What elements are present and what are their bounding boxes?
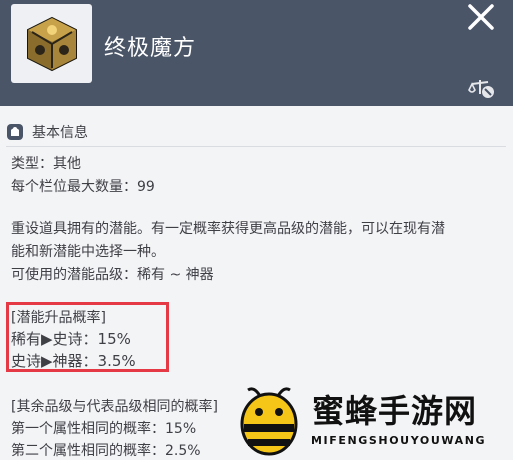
epic-to-legend-rate: 史诗▶神器：3.5% [11,352,136,370]
close-icon[interactable] [466,2,496,32]
second-attribute-rate: 第二个属性相同的概率：2.5% [11,443,201,459]
item-header: 终极魔方 [0,0,513,106]
rare-to-epic-rate: 稀有▶史诗：15% [11,330,131,348]
ultimate-cube-icon [26,16,77,71]
description-line-1: 重设道具拥有的潜能。有一定概率获得更高品级的潜能，可以在现有潜 [11,221,445,237]
bee-logo-icon [240,387,298,456]
section-label: 基本信息 [32,125,88,141]
usable-grades: 可使用的潜能品级：稀有 ~ 神器 [11,267,214,283]
max-per-slot: 每个栏位最大数量：99 [11,179,155,195]
watermark: 蜜蜂手游网 MIFENGSHOUYOUWANG [232,384,513,458]
watermark-title: 蜜蜂手游网 [312,392,478,430]
item-icon-frame [11,4,92,83]
same-grade-heading: [其余品级与代表品级相同的概率] [11,399,218,415]
bag-icon [7,124,23,140]
item-title: 终极魔方 [104,36,197,61]
watermark-subtitle: MIFENGSHOUYOUWANG [311,434,487,447]
item-type: 类型：其他 [11,156,81,172]
description-line-2: 能和新潜能中选择一种。 [11,244,165,260]
first-attribute-rate: 第一个属性相同的概率：15% [11,421,197,437]
scale-compare-icon[interactable] [468,76,496,100]
upgrade-heading: [潜能升品概率] [11,310,106,326]
section-basic-info: 基本信息 [6,118,506,147]
